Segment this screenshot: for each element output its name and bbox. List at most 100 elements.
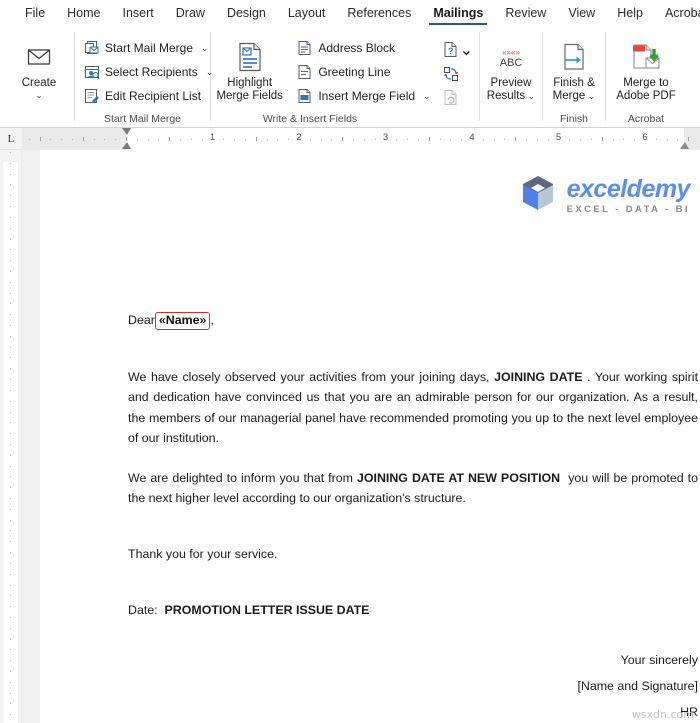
merge-to-adobe-pdf-button[interactable]: Merge to Adobe PDF: [610, 34, 682, 103]
start-mail-merge-icon: [83, 40, 100, 57]
ruler-tick: [10, 206, 11, 208]
edit-recipient-list-button[interactable]: Edit Recipient List: [79, 85, 217, 107]
ruler-tick: [10, 292, 11, 294]
ruler-number: 1: [209, 131, 216, 143]
ruler-tick: [569, 138, 571, 140]
ruler-tick: [428, 136, 430, 141]
greeting-line-label: Greeting Line: [318, 65, 391, 79]
chevron-down-icon[interactable]: ⌄: [585, 91, 596, 101]
ruler-tick: [10, 714, 11, 716]
rules-icon: ?: [443, 41, 460, 58]
chevron-down-icon[interactable]: ⌄: [460, 40, 473, 60]
ruler-tick: [277, 138, 279, 140]
exceldemy-cube-icon: [517, 172, 559, 219]
ruler-tick: [10, 671, 11, 673]
tab-mailings[interactable]: Mailings: [422, 2, 494, 25]
finish-merge-button[interactable]: Finish & Merge ⌄: [547, 34, 601, 103]
rules-button[interactable]: ? ⌄: [441, 39, 475, 60]
ruler-tick: [536, 138, 538, 140]
ruler-tick: [10, 660, 11, 662]
ruler-tick: [50, 138, 52, 140]
document-page[interactable]: exceldemy EXCEL - DATA - BI Dear «Name», …: [40, 150, 700, 723]
chevron-down-icon[interactable]: ⌄: [423, 91, 431, 102]
merge-field-name[interactable]: «Name»: [154, 312, 211, 330]
tab-design[interactable]: Design: [216, 2, 277, 25]
edit-recipient-list-icon: [83, 88, 100, 105]
envelope-icon: [27, 40, 51, 74]
ruler-tick: [363, 138, 365, 140]
tab-references[interactable]: References: [336, 2, 422, 25]
insert-merge-field-icon: [296, 88, 313, 105]
ruler-tick: [10, 508, 11, 510]
match-fields-button[interactable]: [441, 63, 475, 84]
ruler-tick: [180, 138, 182, 140]
ruler-tick: [158, 138, 160, 140]
ruler-tick: [244, 138, 246, 140]
ribbon-group-acrobat-label: Acrobat: [627, 113, 665, 125]
ruler-tick: [10, 195, 11, 197]
ruler-tick: [10, 562, 11, 564]
ruler-tick: [666, 138, 668, 140]
ruler-tick: [28, 138, 30, 140]
ribbon-group-write-insert-fields: Highlight Merge Fields Address Block Gre…: [211, 28, 479, 127]
preview-results-label-line1: Preview: [490, 77, 532, 89]
ruler-tick: [601, 136, 603, 141]
create-button[interactable]: Create ⌄: [8, 34, 70, 100]
chevron-down-icon[interactable]: ⌄: [201, 43, 209, 54]
horizontal-ruler-track[interactable]: 1 2 3 4 5 6: [22, 127, 700, 157]
highlight-merge-fields-icon: [236, 40, 264, 74]
first-line-indent-marker[interactable]: [122, 127, 131, 135]
ribbon-group-acrobat: Merge to Adobe PDF Acrobat: [606, 28, 686, 127]
address-block-button[interactable]: Address Block: [292, 37, 434, 59]
ruler-number: 5: [555, 131, 562, 143]
ruler-tick: [493, 138, 495, 140]
update-labels-button: [441, 87, 475, 108]
ruler-tick: [10, 379, 11, 381]
right-indent-marker[interactable]: [679, 141, 689, 149]
document-body[interactable]: Dear «Name», We have closely observed you…: [128, 310, 698, 723]
ruler-number: 2: [296, 131, 302, 143]
tab-review[interactable]: Review: [494, 2, 557, 25]
tab-file[interactable]: File: [14, 2, 56, 25]
document-work-area: exceldemy EXCEL - DATA - BI Dear «Name», …: [0, 150, 700, 723]
chevron-down-icon[interactable]: ⌄: [35, 91, 43, 100]
tab-help[interactable]: Help: [606, 2, 654, 25]
ruler-number: 6: [642, 131, 648, 143]
select-recipients-button[interactable]: Select Recipients ⌄: [79, 61, 217, 83]
tab-draw[interactable]: Draw: [165, 2, 216, 25]
ruler-tick: [10, 443, 11, 445]
tab-layout[interactable]: Layout: [277, 2, 337, 25]
chevron-down-icon[interactable]: ⌄: [525, 91, 536, 101]
greeting-line-icon: [296, 64, 313, 81]
preview-results-abc-icon: «»«» ABC: [494, 40, 528, 74]
thank-you-line: Thank you for your service.: [128, 546, 278, 561]
preview-results-label-line2: Results: [486, 90, 526, 102]
date-line: Date: PROMOTION LETTER ISSUE DATE: [128, 600, 698, 621]
start-mail-merge-label: Start Mail Merge: [105, 41, 194, 55]
ruler-tick: [10, 346, 11, 348]
insert-merge-field-button[interactable]: Insert Merge Field ⌄: [292, 85, 434, 107]
preview-results-button[interactable]: «»«» ABC Preview Results ⌄: [484, 34, 538, 103]
merge-to-adobe-pdf-icon: [630, 40, 662, 74]
horizontal-ruler[interactable]: L 1 2 3 4 5 6: [0, 127, 700, 157]
ruler-tick: [331, 138, 333, 140]
tab-home[interactable]: Home: [56, 2, 111, 25]
ruler-tick: [677, 138, 679, 140]
tab-acrobat[interactable]: Acrobat: [654, 2, 700, 25]
greeting-line-button[interactable]: Greeting Line: [292, 61, 434, 83]
highlight-merge-fields-button[interactable]: Highlight Merge Fields: [215, 34, 284, 103]
ruler-tick: [320, 138, 322, 140]
ruler-tick: [10, 584, 11, 586]
signature-placeholder: [Name and Signature]: [577, 678, 698, 693]
tab-view[interactable]: View: [557, 2, 606, 25]
hanging-indent-marker[interactable]: [122, 141, 131, 149]
ruler-tick: [39, 136, 41, 141]
ruler-tick: [10, 703, 11, 705]
start-mail-merge-button[interactable]: Start Mail Merge ⌄: [79, 37, 217, 59]
vertical-ruler[interactable]: [0, 150, 22, 723]
tab-insert[interactable]: Insert: [112, 2, 165, 25]
ruler-tick: [482, 138, 484, 140]
tab-stop-selector[interactable]: L: [0, 128, 22, 150]
ruler-tick: [10, 541, 11, 543]
ruler-tick: [10, 357, 11, 359]
